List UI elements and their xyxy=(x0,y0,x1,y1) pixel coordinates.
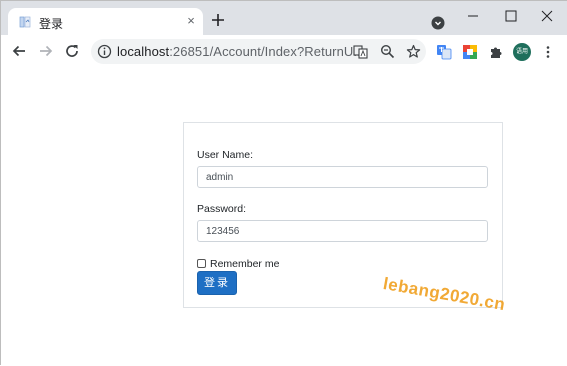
window-close-icon[interactable] xyxy=(532,6,562,26)
username-input[interactable] xyxy=(197,166,488,188)
minimize-icon[interactable] xyxy=(458,6,488,26)
tab-close-icon[interactable]: × xyxy=(184,14,198,28)
browser-toolbar: localhost:26851/Account/Index?ReturnU... xyxy=(1,35,567,69)
back-arrow-icon[interactable] xyxy=(10,42,28,60)
tab-search-chevron-icon[interactable] xyxy=(431,16,445,30)
forward-arrow-icon[interactable] xyxy=(37,42,55,60)
url-path: :26851/Account/Index?ReturnU... xyxy=(169,44,365,59)
new-tab-plus-icon[interactable] xyxy=(210,12,226,28)
translate-page-icon[interactable] xyxy=(353,44,368,59)
tab-strip: 登录 × xyxy=(1,1,567,35)
page-favicon-icon xyxy=(19,16,31,28)
extensions-puzzle-icon[interactable] xyxy=(488,44,504,60)
browser-window: 登录 × localhost:26851/Account/Index?Retur… xyxy=(0,0,567,366)
translate-extension-icon[interactable] xyxy=(436,44,452,60)
remember-me-label[interactable]: Remember me xyxy=(210,258,279,270)
url-host: localhost xyxy=(117,44,170,59)
password-label: Password: xyxy=(197,203,247,215)
login-button[interactable]: 登录 xyxy=(197,271,237,295)
profile-avatar[interactable]: 语用 xyxy=(513,43,531,61)
address-bar[interactable]: localhost:26851/Account/Index?ReturnU... xyxy=(91,39,426,64)
bookmark-star-icon[interactable] xyxy=(406,44,421,59)
password-input[interactable] xyxy=(197,220,488,242)
tab-title: 登录 xyxy=(39,17,64,31)
username-label: User Name: xyxy=(197,149,254,161)
site-info-icon[interactable] xyxy=(97,44,112,59)
login-card: User Name: Password: Remember me 登录 xyxy=(183,122,503,308)
reload-icon[interactable] xyxy=(63,42,81,60)
remember-me-checkbox[interactable] xyxy=(197,259,206,268)
kebab-menu-icon[interactable] xyxy=(541,45,555,59)
maximize-icon[interactable] xyxy=(496,6,526,26)
page-content: User Name: Password: Remember me 登录 leba… xyxy=(1,68,567,366)
colorful-extension-icon[interactable] xyxy=(462,44,478,60)
zoom-icon[interactable] xyxy=(380,44,395,59)
browser-tab[interactable]: 登录 × xyxy=(8,8,203,35)
url-text[interactable]: localhost:26851/Account/Index?ReturnU... xyxy=(117,44,365,59)
